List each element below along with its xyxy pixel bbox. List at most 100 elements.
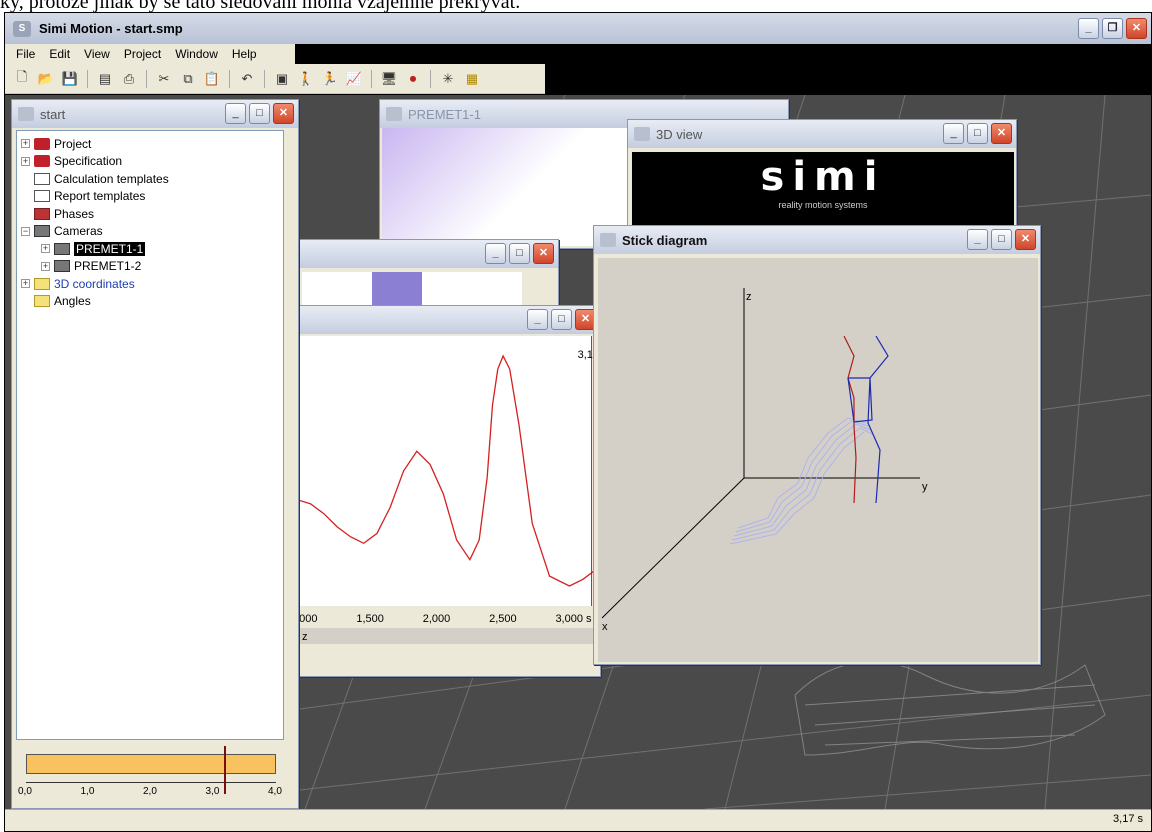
toolbar: 🗋 📂 💾 ▤ ⎙ ✂ ⧉ 📋 ↶ ▣ 🚶 🏃 📈 🖥 ⏺ ✳ ▦ — [5, 64, 545, 94]
book-icon — [34, 137, 50, 150]
timeline-tick-label: 1,0 — [80, 786, 95, 797]
book-icon — [34, 155, 50, 168]
x-tick-label: 3,000 — [555, 613, 583, 625]
expand-icon[interactable]: + — [21, 139, 30, 149]
x-tick-label: 2,000 — [423, 613, 451, 625]
close-button[interactable]: ✕ — [273, 103, 294, 124]
new-file-icon[interactable]: 🗋 — [13, 69, 31, 88]
graph-titlebar[interactable]: _ □ ✕ — [298, 306, 600, 334]
maximize-button[interactable]: □ — [509, 243, 530, 264]
window-icon — [600, 233, 616, 247]
tree-item-specification[interactable]: + Specification — [21, 153, 279, 171]
timeline-bar[interactable] — [26, 754, 276, 774]
collapse-icon[interactable]: − — [21, 226, 30, 236]
menu-file[interactable]: File — [9, 47, 42, 61]
tree-item-report-templates[interactable]: Report templates — [21, 188, 279, 206]
print-icon[interactable]: ⎙ — [120, 70, 138, 88]
menu-help[interactable]: Help — [225, 47, 264, 61]
save-icon[interactable]: 💾 — [61, 70, 79, 88]
camera-record-icon[interactable]: ⏺ — [404, 70, 422, 88]
maximize-button[interactable]: □ — [249, 103, 270, 124]
axis-band — [300, 628, 600, 644]
graph-plot[interactable]: 3,167 s1,0001,5002,0002,5003,000sz — [300, 336, 600, 676]
tree-item-angles[interactable]: Angles — [21, 293, 279, 311]
minimize-button[interactable]: _ — [485, 243, 506, 264]
page-icon — [34, 190, 50, 203]
menu-edit[interactable]: Edit — [42, 47, 77, 61]
minimize-button[interactable]: _ — [527, 309, 548, 330]
y-axis-label: z — [302, 631, 308, 643]
tree-item-premet1-1[interactable]: + PREMET1-1 — [21, 240, 279, 258]
menu-window[interactable]: Window — [168, 47, 225, 61]
calculator-icon[interactable]: ▦ — [463, 70, 481, 88]
stick-axes — [601, 288, 920, 619]
phases-icon — [34, 207, 50, 220]
project-tree: + Project + Specification Calculation temp… — [16, 130, 284, 740]
expand-icon[interactable]: + — [21, 279, 30, 289]
copy-icon[interactable]: ⧉ — [179, 70, 197, 88]
close-button[interactable]: ✕ — [1015, 229, 1036, 250]
camera-icon — [34, 225, 50, 238]
expand-icon[interactable]: + — [41, 244, 50, 254]
minimize-button[interactable]: _ — [1078, 18, 1099, 39]
tree-item-cameras[interactable]: − Cameras — [21, 223, 279, 241]
stick-titlebar[interactable]: Stick diagram _ □ ✕ — [594, 226, 1040, 254]
person-green-icon[interactable]: 🚶 — [297, 70, 315, 88]
tree-item-phases[interactable]: Phases — [21, 205, 279, 223]
wireframe-leg — [794, 661, 1106, 756]
x-axis — [601, 477, 745, 619]
video-window-2[interactable]: _ □ ✕ — [297, 239, 559, 311]
restore-button[interactable]: ❐ — [1102, 18, 1123, 39]
simi-motion-window: S Simi Motion - start.smp _ ❐ ✕ File Edi… — [4, 12, 1152, 832]
tree-item-premet1-2[interactable]: + PREMET1-2 — [21, 258, 279, 276]
stick-window[interactable]: Stick diagram _ □ ✕ z y x — [593, 225, 1041, 665]
minimize-button[interactable]: _ — [943, 123, 964, 144]
graph-window[interactable]: _ □ ✕ 3,167 s1,0001,5002,0002,5003,000sz — [297, 305, 601, 677]
view3d-window[interactable]: 3D view _ □ ✕ simi reality motion system… — [627, 119, 1017, 239]
undo-icon[interactable]: ↶ — [238, 70, 256, 88]
window-icon — [18, 107, 34, 121]
maximize-button[interactable]: □ — [991, 229, 1012, 250]
open-folder-icon[interactable]: 📂 — [37, 70, 55, 88]
x-axis-label: x — [602, 621, 608, 633]
cut-icon[interactable]: ✂ — [155, 70, 173, 88]
timeline-cursor[interactable] — [224, 746, 227, 794]
stick-diagram-canvas[interactable]: z y x — [598, 258, 1038, 662]
app-icon: S — [13, 20, 31, 37]
video-frame — [302, 272, 522, 308]
x-tick-label: 2,500 — [489, 613, 517, 625]
tree-window[interactable]: start _ □ ✕ + Project + Specification Calc… — [11, 99, 299, 809]
chart-icon[interactable]: 📈 — [345, 70, 363, 88]
minimize-button[interactable]: _ — [967, 229, 988, 250]
tree-item-project[interactable]: + Project — [21, 135, 279, 153]
view3d-titlebar[interactable]: 3D view _ □ ✕ — [628, 120, 1016, 148]
menu-view[interactable]: View — [77, 47, 117, 61]
print-preview-icon[interactable]: ▤ — [96, 70, 114, 88]
minimize-button[interactable]: _ — [225, 103, 246, 124]
expand-icon[interactable]: + — [21, 156, 30, 166]
close-button[interactable]: ✕ — [533, 243, 554, 264]
close-button[interactable]: ✕ — [1126, 18, 1147, 39]
person-run-icon[interactable]: 🏃 — [321, 70, 339, 88]
close-button[interactable]: ✕ — [991, 123, 1012, 144]
skeleton-icon[interactable]: ✳ — [439, 70, 457, 88]
expand-icon[interactable]: + — [41, 261, 50, 271]
toolbar-separator — [229, 69, 230, 88]
app-title: Simi Motion - start.smp — [39, 21, 183, 36]
menu-project[interactable]: Project — [117, 47, 168, 61]
paste-icon[interactable]: 📋 — [203, 70, 221, 88]
tree-item-3d-coordinates[interactable]: +3D coordinates — [21, 275, 279, 293]
timeline-tick-label: 4,0 — [268, 786, 282, 797]
video-window-2-titlebar[interactable]: _ □ ✕ — [298, 240, 558, 268]
tree-titlebar[interactable]: start _ □ ✕ — [12, 100, 298, 128]
maximize-button[interactable]: □ — [967, 123, 988, 144]
window-icon — [634, 127, 650, 141]
monitor-icon[interactable]: 🖥 — [380, 70, 398, 88]
video-figure — [372, 272, 422, 308]
app-titlebar[interactable]: S Simi Motion - start.smp _ ❐ ✕ — [5, 13, 1151, 44]
maximize-button[interactable]: □ — [551, 309, 572, 330]
tree-item-calculation-templates[interactable]: Calculation templates — [21, 170, 279, 188]
tree-title: start — [40, 106, 66, 122]
status-time: 3,17 s — [1113, 813, 1143, 825]
video-window-icon[interactable]: ▣ — [273, 70, 291, 88]
